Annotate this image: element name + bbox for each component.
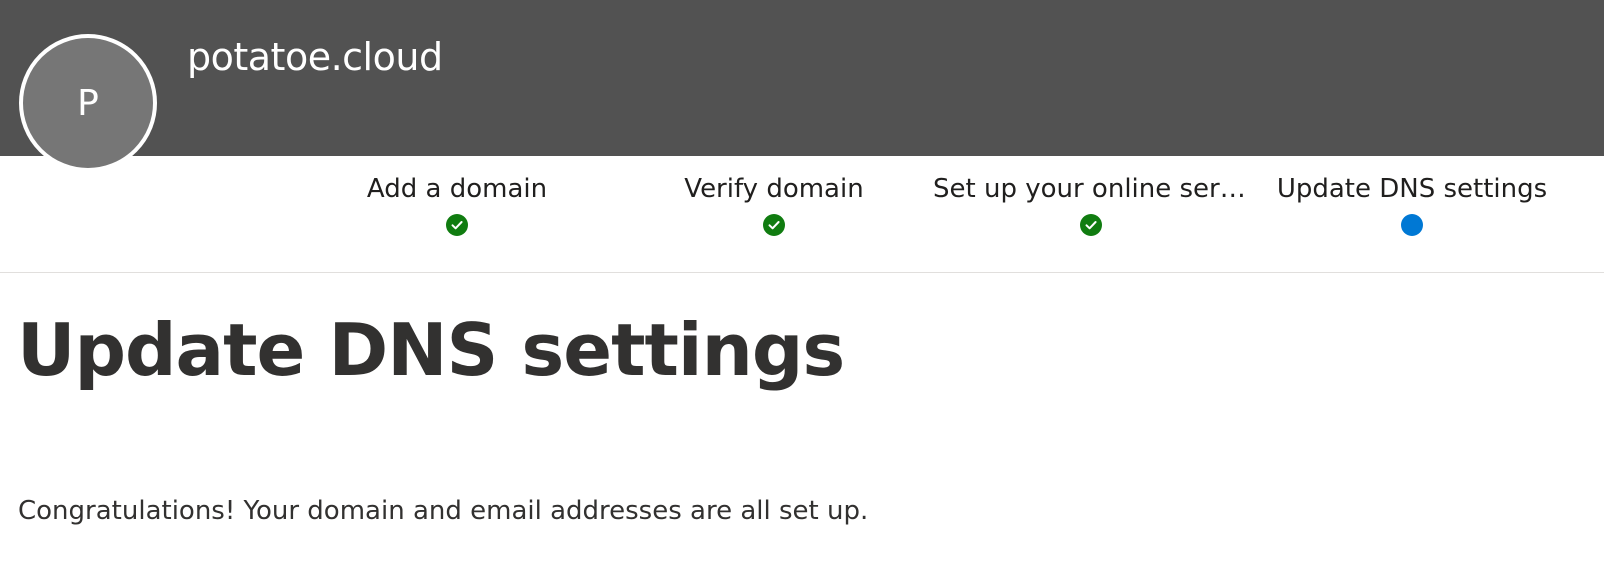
step-set-up-online-services: Set up your online services — [929, 156, 1253, 272]
current-step-dot-icon — [1401, 214, 1423, 236]
page-title: Update DNS settings — [17, 308, 845, 392]
step-update-dns-settings: Update DNS settings — [1250, 156, 1574, 272]
step-add-domain: Add a domain — [295, 156, 619, 272]
site-header: potatoe.cloud — [0, 0, 1604, 156]
success-message: Congratulations! Your domain and email a… — [18, 496, 869, 526]
step-label: Update DNS settings — [1276, 174, 1548, 204]
step-label: Add a domain — [366, 174, 548, 204]
step-label: Verify domain — [684, 174, 864, 204]
avatar-initial: P — [77, 82, 99, 124]
check-circle-icon — [763, 214, 785, 236]
avatar: P — [19, 34, 157, 172]
check-circle-icon — [446, 214, 468, 236]
check-circle-icon — [1080, 214, 1102, 236]
site-name: potatoe.cloud — [187, 35, 443, 79]
step-verify-domain: Verify domain — [612, 156, 936, 272]
step-label: Set up your online services — [933, 174, 1253, 204]
setup-progress-stepper: Add a domain Verify domain Set up your o… — [0, 156, 1604, 273]
